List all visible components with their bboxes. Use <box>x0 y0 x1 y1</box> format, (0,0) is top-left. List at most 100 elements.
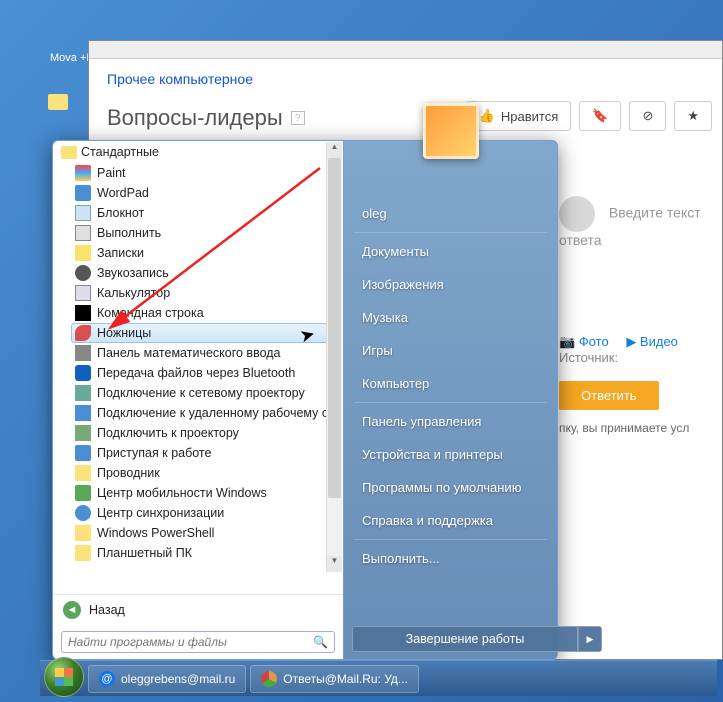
scroll-thumb[interactable] <box>328 158 341 498</box>
like-button[interactable]: 👍Нравится <box>466 101 572 131</box>
scroll-down-button[interactable]: ▼ <box>327 556 342 572</box>
program-item[interactable]: Проводник <box>71 463 341 483</box>
submit-button[interactable]: Ответить <box>559 381 659 410</box>
program-item[interactable]: WordPad <box>71 183 341 203</box>
right-panel-item[interactable]: Устройства и принтеры <box>344 438 557 471</box>
program-label: Paint <box>97 166 126 180</box>
taskbar-item[interactable]: Ответы@Mail.Ru: Уд... <box>250 665 419 693</box>
back-arrow-icon: ◄ <box>63 601 81 619</box>
right-panel-item[interactable]: Панель управления <box>344 405 557 438</box>
bookmark-button[interactable]: 🔖 <box>579 101 621 131</box>
program-icon <box>75 245 91 261</box>
program-icon <box>75 545 91 561</box>
scroll-up-button[interactable]: ▲ <box>327 142 342 158</box>
program-item[interactable]: Ножницы <box>71 323 341 343</box>
program-icon <box>75 325 91 341</box>
taskbar-item[interactable]: @oleggrebens@mail.ru <box>88 665 246 693</box>
program-icon <box>75 185 91 201</box>
program-item[interactable]: Передача файлов через Bluetooth <box>71 363 341 383</box>
video-link[interactable]: ▶ Видео <box>626 334 678 349</box>
program-item[interactable]: Выполнить <box>71 223 341 243</box>
program-icon <box>75 425 91 441</box>
help-icon[interactable]: ? <box>291 111 305 125</box>
program-item[interactable]: Центр мобильности Windows <box>71 483 341 503</box>
search-input[interactable] <box>68 635 313 649</box>
block-icon: ⊘ <box>642 108 653 124</box>
program-item[interactable]: Windows PowerShell <box>71 523 341 543</box>
photo-link[interactable]: 📷 Фото <box>559 334 609 349</box>
program-item[interactable]: Панель математического ввода <box>71 343 341 363</box>
shutdown-options-button[interactable]: ▶ <box>578 626 602 652</box>
program-label: Windows PowerShell <box>97 526 214 540</box>
program-item[interactable]: Калькулятор <box>71 283 341 303</box>
block-button[interactable]: ⊘ <box>629 101 666 131</box>
program-item[interactable]: Центр синхронизации <box>71 503 341 523</box>
program-label: Записки <box>97 246 144 260</box>
program-icon <box>75 505 91 521</box>
program-icon <box>75 285 91 301</box>
search-box[interactable]: 🔍 <box>61 631 335 653</box>
back-button[interactable]: ◄ Назад <box>53 594 343 625</box>
program-item[interactable]: Записки <box>71 243 341 263</box>
star-button[interactable]: ★ <box>674 101 712 131</box>
program-item[interactable]: Звукозапись <box>71 263 341 283</box>
program-label: Передача файлов через Bluetooth <box>97 366 295 380</box>
program-label: Приступая к работе <box>97 446 211 460</box>
star-icon: ★ <box>687 108 699 124</box>
program-item[interactable]: Планшетный ПК <box>71 543 341 563</box>
program-label: Командная строка <box>97 306 204 320</box>
program-item[interactable]: Приступая к работе <box>71 443 341 463</box>
scrollbar[interactable]: ▲ ▼ <box>326 142 342 572</box>
start-button[interactable] <box>44 657 84 697</box>
folder-header[interactable]: Стандартные <box>53 141 343 163</box>
answer-area: Введите текст ответа <box>559 196 712 248</box>
right-panel-item[interactable]: oleg <box>344 197 557 230</box>
program-item[interactable]: Подключение к удаленному рабочему стол <box>71 403 341 423</box>
taskbar-item-icon <box>261 671 277 687</box>
folder-icon[interactable] <box>48 94 68 110</box>
program-icon <box>75 405 91 421</box>
program-icon <box>75 305 91 321</box>
right-panel-item[interactable]: Изображения <box>344 268 557 301</box>
program-label: Подключить к проектору <box>97 426 239 440</box>
program-label: Планшетный ПК <box>97 546 192 560</box>
accept-text: пку, вы принимаете усл <box>559 421 689 435</box>
program-label: Подключение к удаленному рабочему стол <box>97 406 341 420</box>
user-avatar[interactable] <box>423 103 479 159</box>
taskbar: @oleggrebens@mail.ru Ответы@Mail.Ru: Уд..… <box>40 660 717 696</box>
program-item[interactable]: Командная строка <box>71 303 341 323</box>
avatar <box>559 196 595 232</box>
right-panel-item[interactable]: Музыка <box>344 301 557 334</box>
program-icon <box>75 265 91 281</box>
program-item[interactable]: Подключить к проектору <box>71 423 341 443</box>
shutdown-button[interactable]: Завершение работы <box>352 626 578 652</box>
right-panel-item[interactable]: Программы по умолчанию <box>344 471 557 504</box>
program-label: Звукозапись <box>97 266 169 280</box>
program-icon <box>75 225 91 241</box>
program-icon <box>75 385 91 401</box>
program-item[interactable]: Блокнот <box>71 203 341 223</box>
right-panel-item[interactable]: Компьютер <box>344 367 557 400</box>
program-label: Калькулятор <box>97 286 170 300</box>
right-panel-item[interactable]: Документы <box>344 235 557 268</box>
folder-icon <box>61 146 77 159</box>
separator <box>354 539 547 540</box>
page-title-text: Вопросы-лидеры <box>107 105 283 131</box>
program-icon <box>75 445 91 461</box>
source-label: Источник: <box>559 350 618 365</box>
start-menu-left-pane: Стандартные Paint WordPadБлокнот Выполнить… <box>52 140 344 660</box>
program-label: Выполнить <box>97 226 161 240</box>
separator <box>354 232 547 233</box>
right-panel-item[interactable]: Игры <box>344 334 557 367</box>
program-item[interactable]: Paint <box>71 163 341 183</box>
right-panel-item[interactable]: Выполнить... <box>344 542 557 575</box>
breadcrumb[interactable]: Прочее компьютерное <box>107 71 253 87</box>
program-item[interactable]: Подключение к сетевому проектору <box>71 383 341 403</box>
attach-bar: 📷 Фото ▶ Видео Источник: <box>559 334 722 365</box>
program-label: Центр мобильности Windows <box>97 486 267 500</box>
program-icon <box>75 165 91 181</box>
program-label: Панель математического ввода <box>97 346 281 360</box>
right-panel-item[interactable]: Справка и поддержка <box>344 504 557 537</box>
program-icon <box>75 525 91 541</box>
taskbar-item-label: Ответы@Mail.Ru: Уд... <box>283 672 408 686</box>
